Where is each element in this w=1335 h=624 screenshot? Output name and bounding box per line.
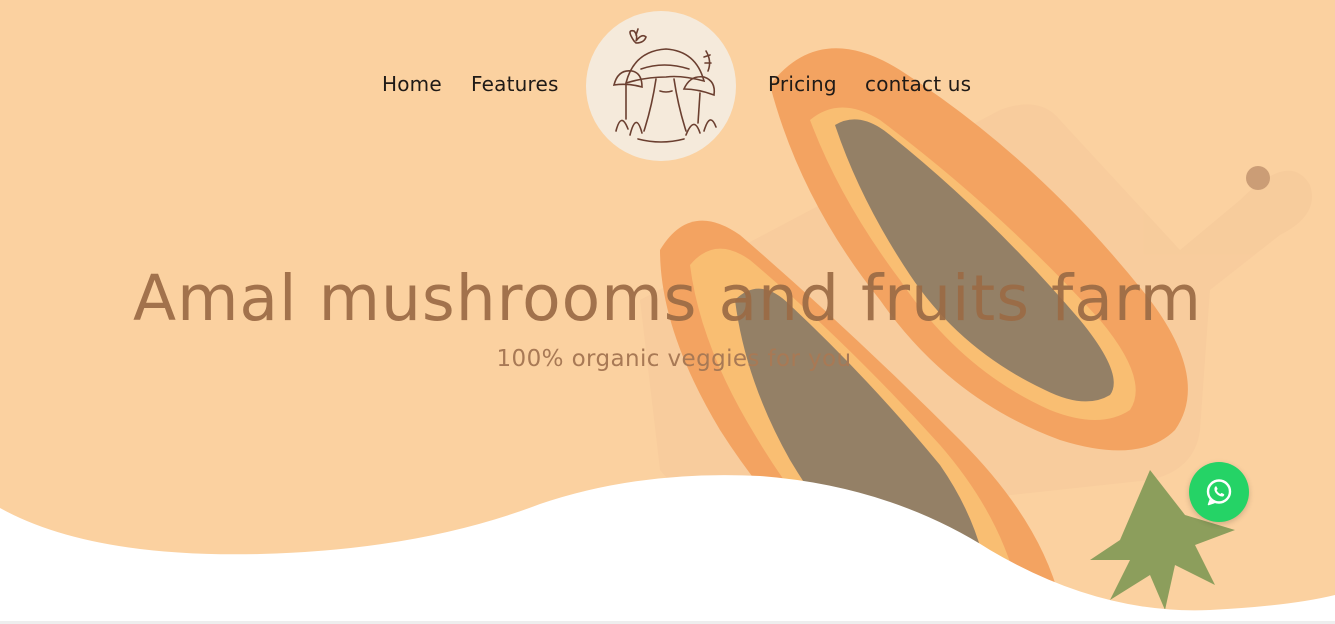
nav-link-pricing[interactable]: Pricing — [768, 72, 837, 96]
logo[interactable] — [586, 11, 736, 161]
main-nav: Home Features Pricing contact us — [0, 0, 1335, 170]
nav-link-home[interactable]: Home — [382, 72, 442, 96]
page: Home Features Pricing contact us Amal mu… — [0, 0, 1335, 624]
hero-title: Amal mushrooms and fruits farm — [132, 262, 1203, 335]
nav-link-contact[interactable]: contact us — [865, 72, 971, 96]
hero-subtitle: 100% organic veggies for you — [496, 346, 852, 372]
whatsapp-icon — [1206, 479, 1232, 506]
mushroom-logo-icon — [612, 28, 717, 143]
hero-wave-divider — [0, 475, 1335, 624]
whatsapp-chat-button[interactable] — [1189, 462, 1249, 522]
nav-link-features[interactable]: Features — [471, 72, 559, 96]
